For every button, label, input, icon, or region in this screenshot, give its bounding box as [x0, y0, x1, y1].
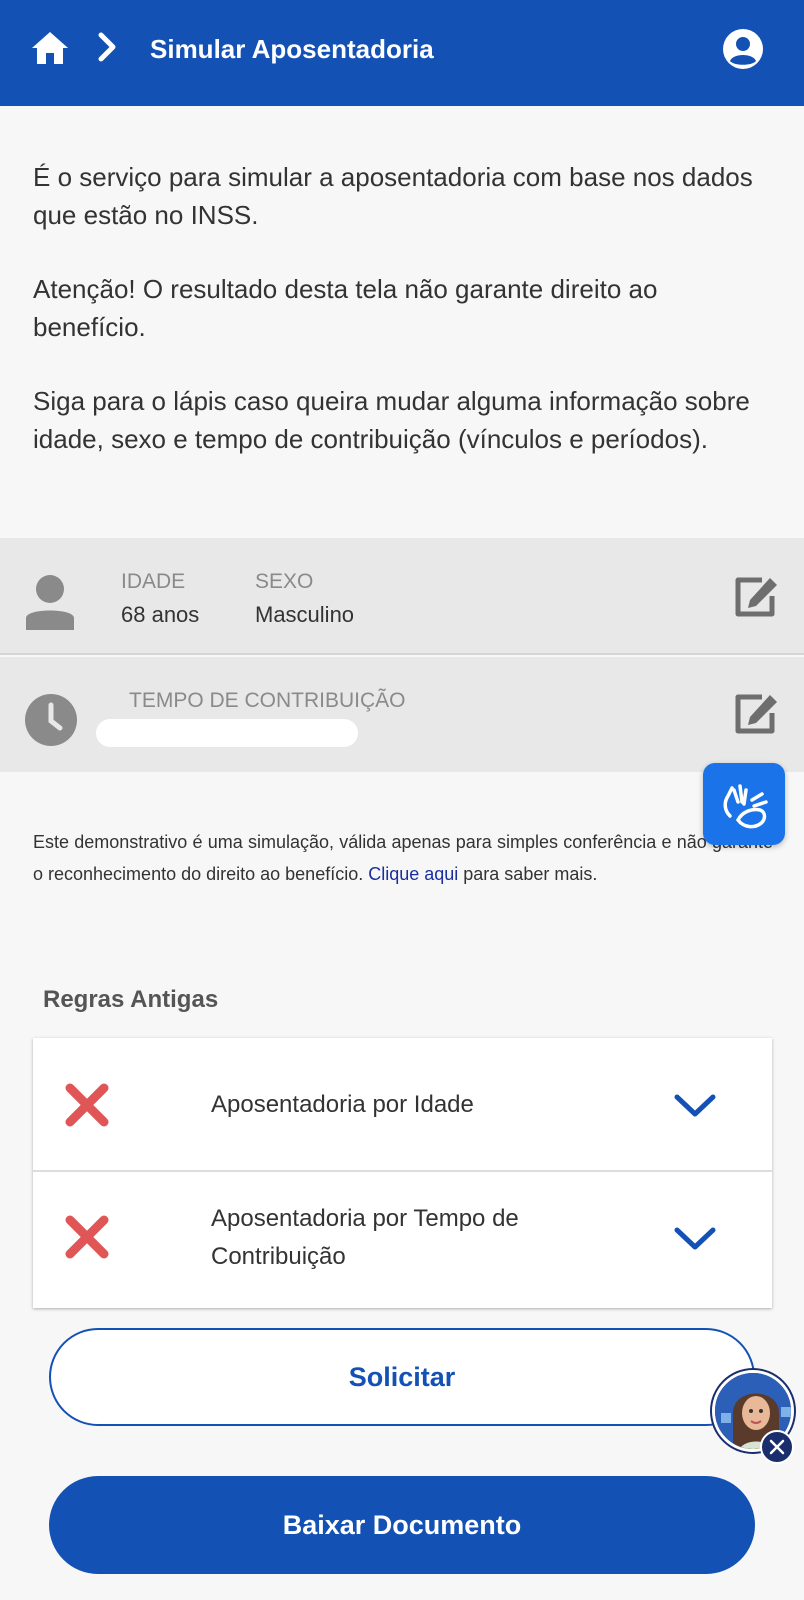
home-icon[interactable] [30, 30, 70, 66]
intro-paragraph-2: Atenção! O resultado desta tela não gara… [33, 274, 658, 342]
sign-language-hands-icon [723, 784, 768, 829]
age-label: IDADE [121, 570, 186, 593]
intro-paragraph-1: É o serviço para simular a aposentadoria… [33, 162, 753, 230]
close-icon [769, 1439, 785, 1455]
disclaimer-text: Este demonstrativo é uma simulação, váli… [33, 826, 773, 890]
sex-value: Masculino [255, 602, 355, 627]
download-document-button[interactable]: Baixar Documento [49, 1476, 755, 1574]
chevron-down-icon[interactable] [673, 1092, 717, 1120]
personal-info-row: IDADE 68 anos SEXO Masculino [0, 538, 804, 655]
close-x-icon [65, 1215, 109, 1259]
person-icon [26, 575, 74, 630]
chevron-right-icon [98, 32, 116, 62]
contribution-time-row: TEMPO DE CONTRIBUIÇÃO [0, 657, 804, 772]
libras-accessibility-button[interactable] [703, 763, 785, 845]
disclaimer-text-end: para saber mais. [458, 864, 598, 884]
chevron-down-icon[interactable] [673, 1225, 717, 1253]
close-x-icon [65, 1083, 109, 1127]
request-button[interactable]: Solicitar [49, 1328, 755, 1426]
rule-item-contribution-time[interactable]: Aposentadoria por Tempo de Contribuição [33, 1173, 772, 1307]
rule-label: Aposentadoria por Tempo de Contribuição [211, 1205, 519, 1270]
bottom-actions: Solicitar Baixar Documento [0, 1312, 804, 1600]
edit-pencil-icon[interactable] [732, 691, 780, 735]
rule-label: Aposentadoria por Idade [211, 1091, 474, 1118]
app-header: Simular Aposentadoria [0, 0, 804, 106]
close-assistant-button[interactable] [760, 1430, 794, 1464]
age-value: 68 anos [121, 602, 200, 627]
learn-more-link[interactable]: Clique aqui [368, 864, 458, 884]
rule-item-age[interactable]: Aposentadoria por Idade [33, 1038, 772, 1172]
contribution-label: TEMPO DE CONTRIBUIÇÃO [129, 689, 406, 712]
clock-icon [25, 694, 77, 746]
sex-label: SEXO [255, 570, 314, 593]
rules-section-title: Regras Antigas [43, 986, 219, 1013]
edit-pencil-icon[interactable] [732, 574, 780, 618]
intro-paragraph-3: Siga para o lápis caso queira mudar algu… [33, 386, 750, 454]
intro-text: É o serviço para simular a aposentadoria… [33, 158, 768, 494]
user-account-icon[interactable] [722, 28, 764, 70]
redacted-contribution-value [96, 719, 358, 747]
page-title: Simular Aposentadoria [150, 34, 434, 64]
rules-card: Aposentadoria por Idade Aposentadoria po… [33, 1038, 772, 1308]
